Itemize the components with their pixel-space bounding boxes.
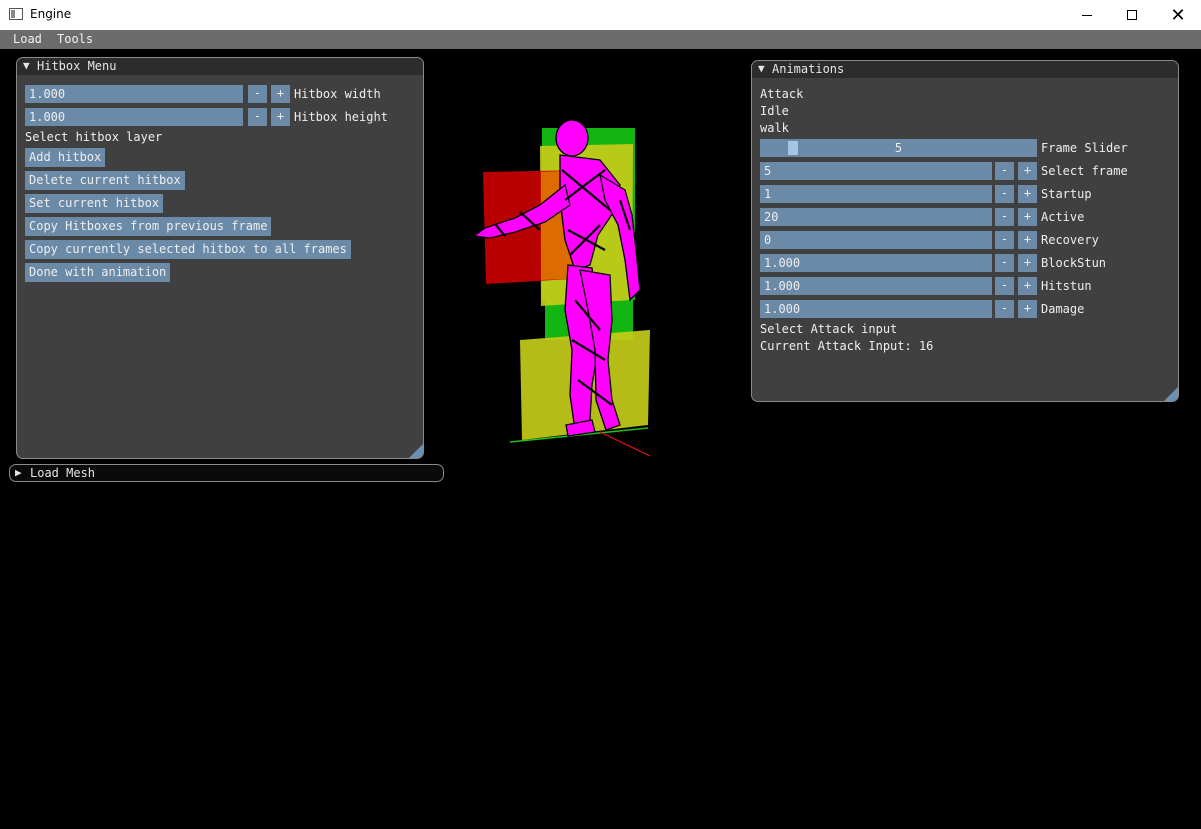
add-hitbox-button[interactable]: Add hitbox [25, 148, 106, 167]
active-increment-button[interactable]: + [1018, 208, 1037, 226]
animations-title: Animations [772, 62, 845, 76]
active-label: Active [1041, 210, 1085, 224]
animation-item-attack[interactable]: Attack [760, 87, 803, 101]
damage-increment-button[interactable]: + [1018, 300, 1037, 318]
select-frame-increment-button[interactable]: + [1018, 162, 1037, 180]
set-current-hitbox-button[interactable]: Set current hitbox [25, 194, 164, 213]
blockstun-decrement-button[interactable]: - [995, 254, 1014, 272]
app-window-icon [9, 8, 23, 20]
minimize-icon [1082, 14, 1092, 16]
select-frame-decrement-button[interactable]: - [995, 162, 1014, 180]
axis-red-line [599, 431, 651, 457]
damage-label: Damage [1041, 302, 1085, 316]
collapse-arrow-icon[interactable]: ▼ [23, 59, 30, 72]
recovery-increment-button[interactable]: + [1018, 231, 1037, 249]
current-attack-input-text: Current Attack Input: 16 [760, 339, 934, 353]
done-with-animation-button[interactable]: Done with animation [25, 263, 171, 282]
resize-grip[interactable] [1164, 387, 1178, 401]
animations-title-bar[interactable]: ▼ Animations [752, 61, 1178, 78]
load-mesh-title: Load Mesh [30, 466, 96, 480]
hitbox-height-input[interactable]: 1.000 [25, 108, 243, 126]
menu-load[interactable]: Load [13, 32, 42, 46]
close-button[interactable]: ✕ [1155, 0, 1201, 30]
hitstun-increment-button[interactable]: + [1018, 277, 1037, 295]
select-hitbox-layer-label[interactable]: Select hitbox layer [25, 130, 162, 144]
copy-hitboxes-previous-frame-button[interactable]: Copy Hitboxes from previous frame [25, 217, 272, 236]
hitstun-decrement-button[interactable]: - [995, 277, 1014, 295]
expand-arrow-icon[interactable]: ▶ [15, 466, 22, 479]
hitstun-input[interactable]: 1.000 [760, 277, 992, 295]
menu-tools[interactable]: Tools [57, 32, 93, 46]
hitbox-menu-window[interactable]: ▼ Hitbox Menu 1.000 - + Hitbox width 1.0… [16, 57, 424, 459]
resize-grip[interactable] [409, 444, 423, 458]
active-decrement-button[interactable]: - [995, 208, 1014, 226]
startup-input[interactable]: 1 [760, 185, 992, 203]
frame-slider-label: Frame Slider [1041, 141, 1128, 155]
startup-label: Startup [1041, 187, 1092, 201]
active-input[interactable]: 20 [760, 208, 992, 226]
animation-item-walk[interactable]: walk [760, 121, 789, 135]
select-frame-label: Select frame [1041, 164, 1128, 178]
collapse-arrow-icon[interactable]: ▼ [758, 62, 765, 75]
copy-hitbox-all-frames-button[interactable]: Copy currently selected hitbox to all fr… [25, 240, 351, 259]
maximize-icon [1127, 10, 1137, 20]
startup-decrement-button[interactable]: - [995, 185, 1014, 203]
menu-bar: Load Tools [0, 30, 1201, 49]
window-title-bar: Engine ✕ [0, 0, 1201, 30]
blockstun-input[interactable]: 1.000 [760, 254, 992, 272]
select-frame-input[interactable]: 5 [760, 162, 992, 180]
damage-input[interactable]: 1.000 [760, 300, 992, 318]
hitbox-width-label: Hitbox width [294, 87, 381, 101]
startup-increment-button[interactable]: + [1018, 185, 1037, 203]
damage-decrement-button[interactable]: - [995, 300, 1014, 318]
recovery-input[interactable]: 0 [760, 231, 992, 249]
hitbox-width-increment-button[interactable]: + [271, 85, 290, 103]
hitbox-height-label: Hitbox height [294, 110, 388, 124]
delete-current-hitbox-button[interactable]: Delete current hitbox [25, 171, 185, 190]
window-title: Engine [30, 7, 72, 21]
hitbox-width-input[interactable]: 1.000 [25, 85, 243, 103]
recovery-decrement-button[interactable]: - [995, 231, 1014, 249]
hitbox-height-decrement-button[interactable]: - [248, 108, 267, 126]
frame-slider-grab[interactable] [788, 141, 798, 155]
hitbox-menu-title-bar[interactable]: ▼ Hitbox Menu [17, 58, 423, 75]
recovery-label: Recovery [1041, 233, 1099, 247]
animation-item-idle[interactable]: Idle [760, 104, 789, 118]
blockstun-label: BlockStun [1041, 256, 1107, 270]
frame-slider-value: 5 [894, 141, 903, 155]
load-mesh-window[interactable]: ▶ Load Mesh [9, 464, 444, 482]
maximize-button[interactable] [1109, 0, 1155, 30]
hitbox-menu-title: Hitbox Menu [37, 59, 117, 73]
hitbox-height-increment-button[interactable]: + [271, 108, 290, 126]
hitstun-label: Hitstun [1041, 279, 1092, 293]
hitbox-width-decrement-button[interactable]: - [248, 85, 267, 103]
frame-slider[interactable]: 5 [760, 139, 1037, 157]
animations-window[interactable]: ▼ Animations Attack Idle walk 5 Frame Sl… [751, 60, 1179, 402]
close-icon: ✕ [1170, 4, 1186, 26]
select-attack-input-label[interactable]: Select Attack input [760, 322, 897, 336]
blockstun-increment-button[interactable]: + [1018, 254, 1037, 272]
minimize-button[interactable] [1064, 0, 1110, 30]
